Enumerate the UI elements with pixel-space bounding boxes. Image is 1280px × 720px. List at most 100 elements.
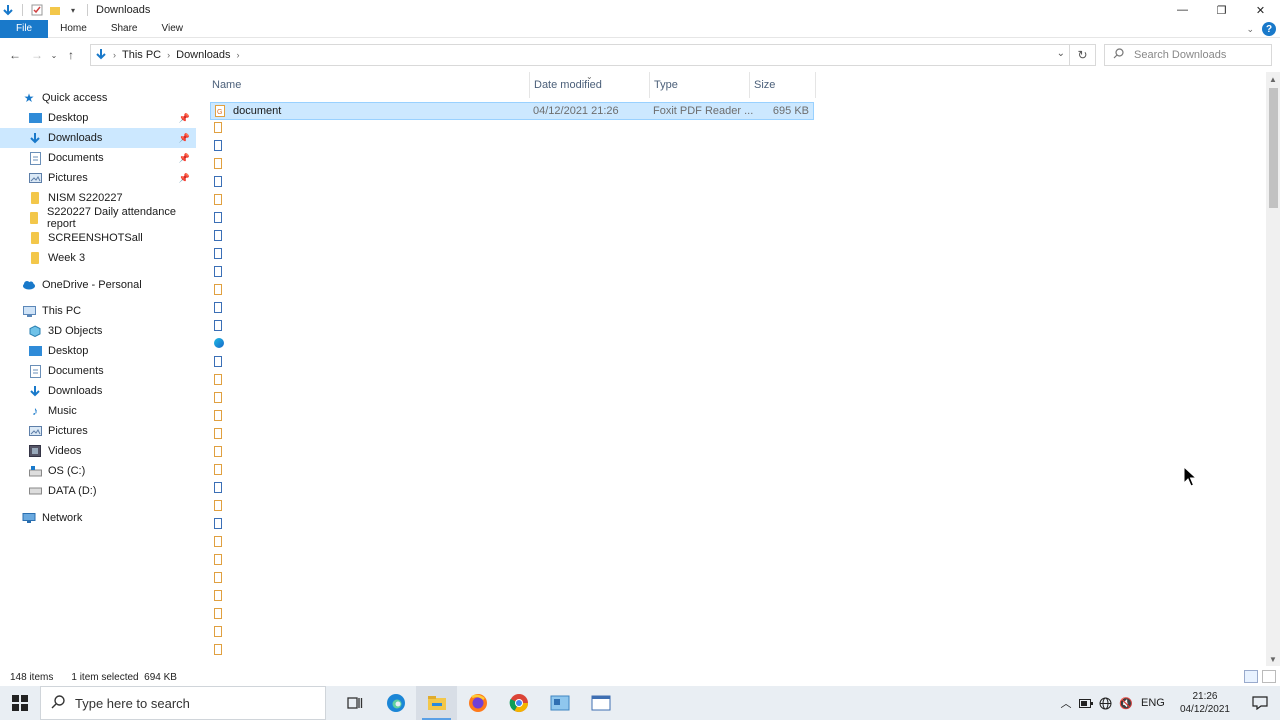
close-button[interactable]: ✕: [1241, 0, 1280, 20]
search-box[interactable]: Search Downloads: [1104, 44, 1272, 66]
word-file-icon[interactable]: [214, 230, 222, 241]
taskbar-search-box[interactable]: Type here to search: [40, 686, 326, 720]
pdf-file-icon[interactable]: [214, 608, 222, 619]
breadcrumb-this-pc[interactable]: This PC: [122, 49, 161, 61]
word-file-icon[interactable]: [214, 248, 222, 259]
tab-view[interactable]: View: [150, 20, 196, 38]
control-panel-button[interactable]: [539, 686, 580, 720]
file-explorer-button[interactable]: [416, 686, 457, 720]
pdf-file-icon[interactable]: [214, 158, 222, 169]
pdf-file-icon[interactable]: [214, 464, 222, 475]
properties-icon[interactable]: [31, 4, 43, 16]
word-file-icon[interactable]: [214, 212, 222, 223]
pdf-file-icon[interactable]: [214, 446, 222, 457]
notifications-icon[interactable]: [1240, 696, 1280, 710]
pin-icon[interactable]: 📌: [179, 133, 190, 144]
edge-file-icon[interactable]: [214, 338, 224, 348]
expand-ribbon-icon[interactable]: ⌄: [1246, 24, 1254, 35]
nav-documents-pinned[interactable]: Documents 📌: [0, 148, 196, 168]
tab-file[interactable]: File: [0, 19, 49, 38]
back-button[interactable]: ←: [4, 44, 26, 66]
word-file-icon[interactable]: [214, 266, 222, 277]
pdf-file-icon[interactable]: [214, 644, 222, 655]
clock[interactable]: 21:26 04/12/2021: [1180, 690, 1230, 716]
nav-drive-d[interactable]: DATA (D:): [0, 481, 196, 501]
pdf-file-icon[interactable]: [214, 626, 222, 637]
down-arrow-icon[interactable]: [2, 4, 14, 16]
column-size[interactable]: Size: [750, 72, 816, 98]
address-bar[interactable]: › This PC › Downloads › ⌄ ↻: [90, 44, 1096, 66]
nav-pictures[interactable]: Pictures: [0, 421, 196, 441]
scroll-up-icon[interactable]: ▲: [1266, 72, 1280, 86]
nav-desktop[interactable]: Desktop: [0, 341, 196, 361]
breadcrumb-downloads[interactable]: Downloads: [176, 49, 230, 61]
nav-documents[interactable]: Documents: [0, 361, 196, 381]
word-file-icon[interactable]: [214, 482, 222, 493]
restore-button[interactable]: ❐: [1202, 0, 1241, 20]
pdf-file-icon[interactable]: [214, 194, 222, 205]
forward-button[interactable]: →: [26, 44, 48, 66]
recent-locations-button[interactable]: ⌄: [48, 44, 60, 66]
pdf-file-icon[interactable]: [214, 374, 222, 385]
start-button[interactable]: [0, 686, 40, 720]
battery-icon[interactable]: [1076, 698, 1096, 708]
globe-network-icon[interactable]: [1096, 697, 1116, 710]
column-type[interactable]: Type: [650, 72, 750, 98]
word-file-icon[interactable]: [214, 518, 222, 529]
edge-button[interactable]: [375, 686, 416, 720]
word-file-icon[interactable]: [214, 356, 222, 367]
nav-music[interactable]: ♪ Music: [0, 401, 196, 421]
pdf-file-icon[interactable]: [214, 536, 222, 547]
word-file-icon[interactable]: [214, 302, 222, 313]
pin-icon[interactable]: 📌: [179, 153, 190, 164]
pdf-file-icon[interactable]: [214, 410, 222, 421]
pdf-file-icon[interactable]: [214, 122, 222, 133]
help-icon[interactable]: ?: [1262, 22, 1276, 36]
nav-quick-access[interactable]: ★ Quick access: [0, 88, 196, 108]
nav-drive-c[interactable]: OS (C:): [0, 461, 196, 481]
input-language[interactable]: ENG: [1136, 697, 1170, 709]
task-view-button[interactable]: [334, 686, 375, 720]
new-folder-icon[interactable]: [49, 4, 61, 16]
nav-videos[interactable]: Videos: [0, 441, 196, 461]
nav-recent-folder[interactable]: S220227 Daily attendance report: [0, 206, 196, 230]
nav-recent-folder[interactable]: SCREENSHOTSall: [0, 228, 196, 248]
word-file-icon[interactable]: [214, 176, 222, 187]
nav-3d-objects[interactable]: 3D Objects: [0, 321, 196, 341]
nav-downloads-pinned[interactable]: Downloads 📌: [0, 128, 196, 148]
pdf-file-icon[interactable]: [214, 590, 222, 601]
large-icons-view-icon[interactable]: [1262, 670, 1276, 683]
tab-share[interactable]: Share: [99, 20, 150, 38]
minimize-button[interactable]: —: [1163, 0, 1202, 20]
customize-toolbar-icon[interactable]: ▾: [67, 4, 79, 16]
volume-muted-icon[interactable]: 🔇: [1116, 697, 1136, 710]
word-file-icon[interactable]: [214, 140, 222, 151]
firefox-button[interactable]: [457, 686, 498, 720]
tab-home[interactable]: Home: [48, 20, 99, 38]
pdf-file-icon[interactable]: [214, 572, 222, 583]
nav-onedrive[interactable]: OneDrive - Personal: [0, 275, 196, 295]
pin-icon[interactable]: 📌: [179, 113, 190, 124]
details-view-icon[interactable]: [1244, 670, 1258, 683]
chrome-button[interactable]: [498, 686, 539, 720]
up-button[interactable]: ↑: [60, 44, 82, 66]
vertical-scrollbar[interactable]: ▲ ▼: [1266, 72, 1280, 666]
pdf-file-icon[interactable]: [214, 284, 222, 295]
show-hidden-icons-icon[interactable]: ︿: [1056, 695, 1076, 711]
pdf-file-icon[interactable]: [214, 392, 222, 403]
nav-downloads[interactable]: Downloads: [0, 381, 196, 401]
scroll-down-icon[interactable]: ▼: [1266, 652, 1280, 666]
nav-desktop-pinned[interactable]: Desktop 📌: [0, 108, 196, 128]
nav-this-pc[interactable]: This PC: [0, 301, 196, 321]
nav-pictures-pinned[interactable]: Pictures 📌: [0, 168, 196, 188]
pin-icon[interactable]: 📌: [179, 173, 190, 184]
word-file-icon[interactable]: [214, 320, 222, 331]
pdf-file-icon[interactable]: [214, 428, 222, 439]
address-dropdown-icon[interactable]: ⌄: [1057, 48, 1065, 59]
file-row-selected[interactable]: G document 04/12/2021 21:26 Foxit PDF Re…: [210, 102, 814, 120]
nav-network[interactable]: Network: [0, 508, 196, 528]
column-name[interactable]: Name: [208, 72, 530, 98]
pdf-file-icon[interactable]: [214, 554, 222, 565]
nav-recent-folder[interactable]: NISM S220227: [0, 188, 196, 208]
app-window-button[interactable]: [580, 686, 621, 720]
